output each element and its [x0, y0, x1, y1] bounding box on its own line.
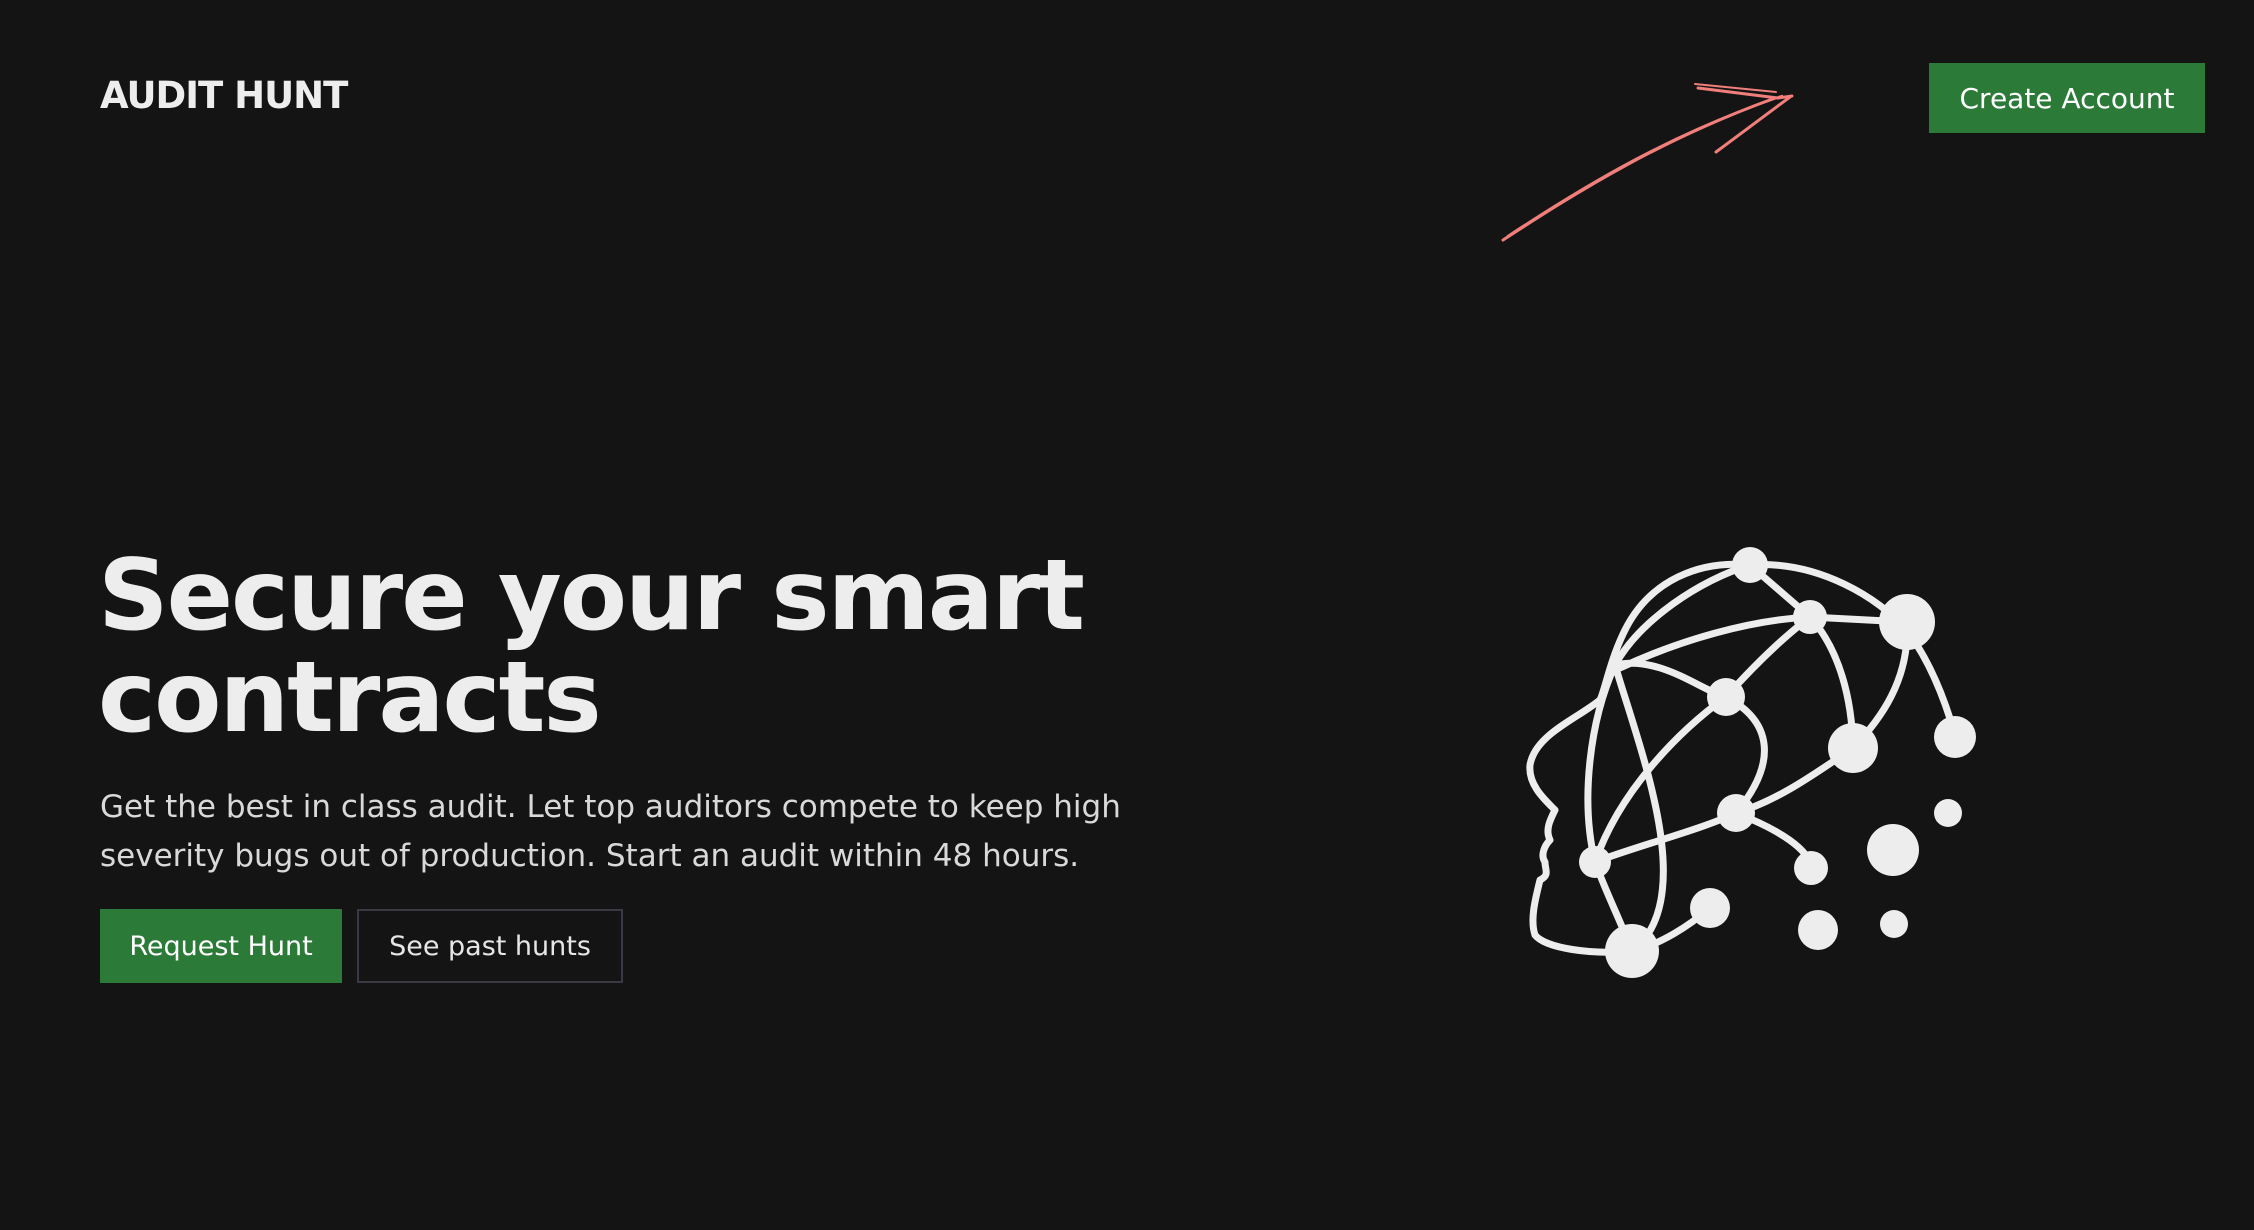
network-head-icon [1526, 547, 1976, 978]
request-hunt-button[interactable]: Request Hunt [100, 909, 342, 983]
hero-subtitle: Get the best in class audit. Let top aud… [100, 783, 1180, 881]
see-past-hunts-button[interactable]: See past hunts [357, 909, 623, 983]
landing-page: AUDIT HUNT Create Account Secure your sm… [0, 0, 2254, 1230]
hero-subtitle-line-2: severity bugs out of production. Start a… [100, 838, 1080, 874]
hand-drawn-arrow-icon [1501, 83, 1794, 242]
logo[interactable]: AUDIT HUNT [100, 74, 348, 117]
hero-title-line-1: Secure your smart [98, 539, 1085, 653]
create-account-button[interactable]: Create Account [1929, 63, 2205, 133]
hero-title-line-2: contracts [98, 641, 602, 755]
hero-title: Secure your smart contracts [98, 545, 1198, 749]
hero-subtitle-line-1: Get the best in class audit. Let top aud… [100, 789, 1121, 825]
